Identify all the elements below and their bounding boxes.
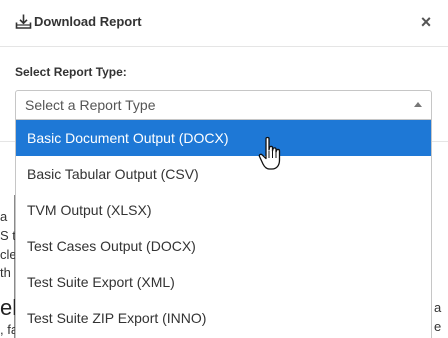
option-tvm-xlsx[interactable]: TVM Output (XLSX) [16, 192, 431, 228]
background-text: th [0, 265, 11, 280]
option-test-suite-zip-inno[interactable]: Test Suite ZIP Export (INNO) [16, 300, 431, 336]
background-left-column: a S t cle th ele , fa [0, 195, 29, 338]
option-test-cases-docx[interactable]: Test Cases Output (DOCX) [16, 228, 431, 264]
option-basic-document-docx[interactable]: Basic Document Output (DOCX) [16, 120, 431, 156]
option-basic-tabular-csv[interactable]: Basic Tabular Output (CSV) [16, 156, 431, 192]
select-placeholder: Select a Report Type [25, 97, 156, 113]
download-icon [15, 14, 32, 29]
background-text: e [434, 319, 442, 334]
report-type-options: Basic Document Output (DOCX) Basic Tabul… [15, 120, 432, 338]
close-button[interactable]: × [418, 12, 434, 32]
background-text: a [434, 300, 442, 315]
report-type-label: Select Report Type: [15, 65, 127, 79]
modal-header: Download Report × [0, 0, 448, 47]
background-text: a [0, 209, 8, 224]
modal-title: Download Report [34, 14, 142, 29]
background-right-column: a e [432, 195, 448, 338]
caret-up-icon [414, 102, 422, 107]
report-type-select[interactable]: Select a Report Type [15, 90, 432, 120]
hand-pointer-icon [258, 136, 281, 170]
option-test-suite-xml[interactable]: Test Suite Export (XML) [16, 264, 431, 300]
background-text: S t [0, 228, 16, 243]
